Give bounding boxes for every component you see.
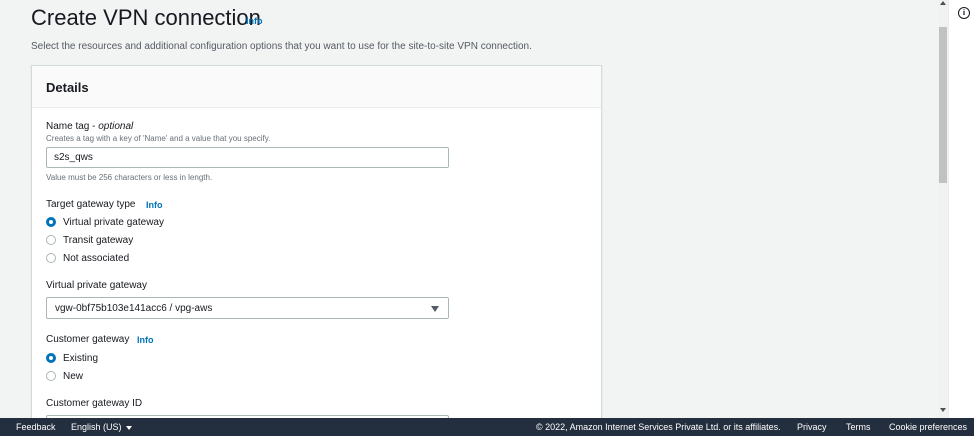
info-circle-icon[interactable]: i (958, 7, 970, 19)
help-panel-rail: i (948, 0, 974, 418)
language-selector[interactable]: English (US) (71, 422, 132, 432)
scroll-up-arrow-icon[interactable] (940, 1, 946, 5)
radio-not-associated-label: Not associated (63, 252, 130, 264)
name-tag-optional: optional (98, 121, 134, 132)
copyright-text: © 2022, Amazon Internet Services Private… (536, 422, 781, 432)
language-label: English (US) (71, 422, 122, 432)
radio-virtual-private-gateway[interactable]: Virtual private gateway (46, 215, 164, 229)
scrollbar-thumb[interactable] (939, 27, 947, 183)
scroll-down-arrow-icon[interactable] (940, 408, 946, 412)
target-gateway-type-info-link[interactable]: Info (146, 200, 163, 210)
customer-gateway-label: Customer gateway (46, 334, 130, 345)
name-tag-input[interactable]: s2s_qws (46, 147, 449, 168)
radio-transit-gateway-label: Transit gateway (63, 234, 134, 246)
name-tag-label: Name tag - optional (46, 121, 133, 132)
privacy-link[interactable]: Privacy (797, 422, 827, 432)
caret-down-icon (431, 306, 439, 312)
radio-not-associated[interactable]: Not associated (46, 251, 129, 265)
customer-gateway-info-link[interactable]: Info (137, 335, 154, 345)
cookie-preferences-link[interactable]: Cookie preferences (889, 422, 967, 432)
radio-transit-gateway[interactable]: Transit gateway (46, 233, 133, 247)
caret-down-icon (125, 425, 132, 430)
customer-gateway-id-label: Customer gateway ID (46, 398, 143, 409)
details-title: Details (46, 80, 89, 95)
name-tag-label-text: Name tag - (46, 121, 99, 132)
virtual-private-gateway-select[interactable]: vgw-0bf75b103e141acc6 / vpg-aws (46, 297, 449, 319)
vertical-scrollbar[interactable] (938, 0, 948, 418)
radio-checked-icon[interactable] (46, 217, 56, 227)
terms-link[interactable]: Terms (846, 422, 871, 432)
radio-new[interactable]: New (46, 369, 83, 383)
radio-new-label: New (63, 370, 84, 382)
details-panel-header: Details (32, 66, 601, 108)
radio-unchecked-icon[interactable] (46, 371, 56, 381)
page-description: Select the resources and additional conf… (31, 41, 532, 52)
virtual-private-gateway-label: Virtual private gateway (46, 280, 147, 291)
radio-unchecked-icon[interactable] (46, 253, 56, 263)
radio-existing-label: Existing (63, 352, 99, 364)
radio-existing[interactable]: Existing (46, 351, 98, 365)
title-info-link[interactable]: Info (246, 16, 263, 26)
radio-virtual-private-gateway-label: Virtual private gateway (63, 216, 164, 228)
radio-unchecked-icon[interactable] (46, 235, 56, 245)
page-title: Create VPN connection (31, 5, 261, 30)
footer: Feedback English (US) © 2022, Amazon Int… (0, 418, 974, 436)
main-content: Create VPN connection Info Select the re… (0, 0, 938, 418)
details-panel: Details Name tag - optional Creates a ta… (31, 65, 602, 418)
target-gateway-type-label: Target gateway type (46, 199, 136, 210)
radio-checked-icon[interactable] (46, 353, 56, 363)
name-tag-constraint: Value must be 256 characters or less in … (46, 173, 213, 182)
feedback-link[interactable]: Feedback (16, 422, 56, 432)
virtual-private-gateway-value: vgw-0bf75b103e141acc6 / vpg-aws (55, 303, 213, 314)
name-tag-hint: Creates a tag with a key of 'Name' and a… (46, 134, 271, 143)
